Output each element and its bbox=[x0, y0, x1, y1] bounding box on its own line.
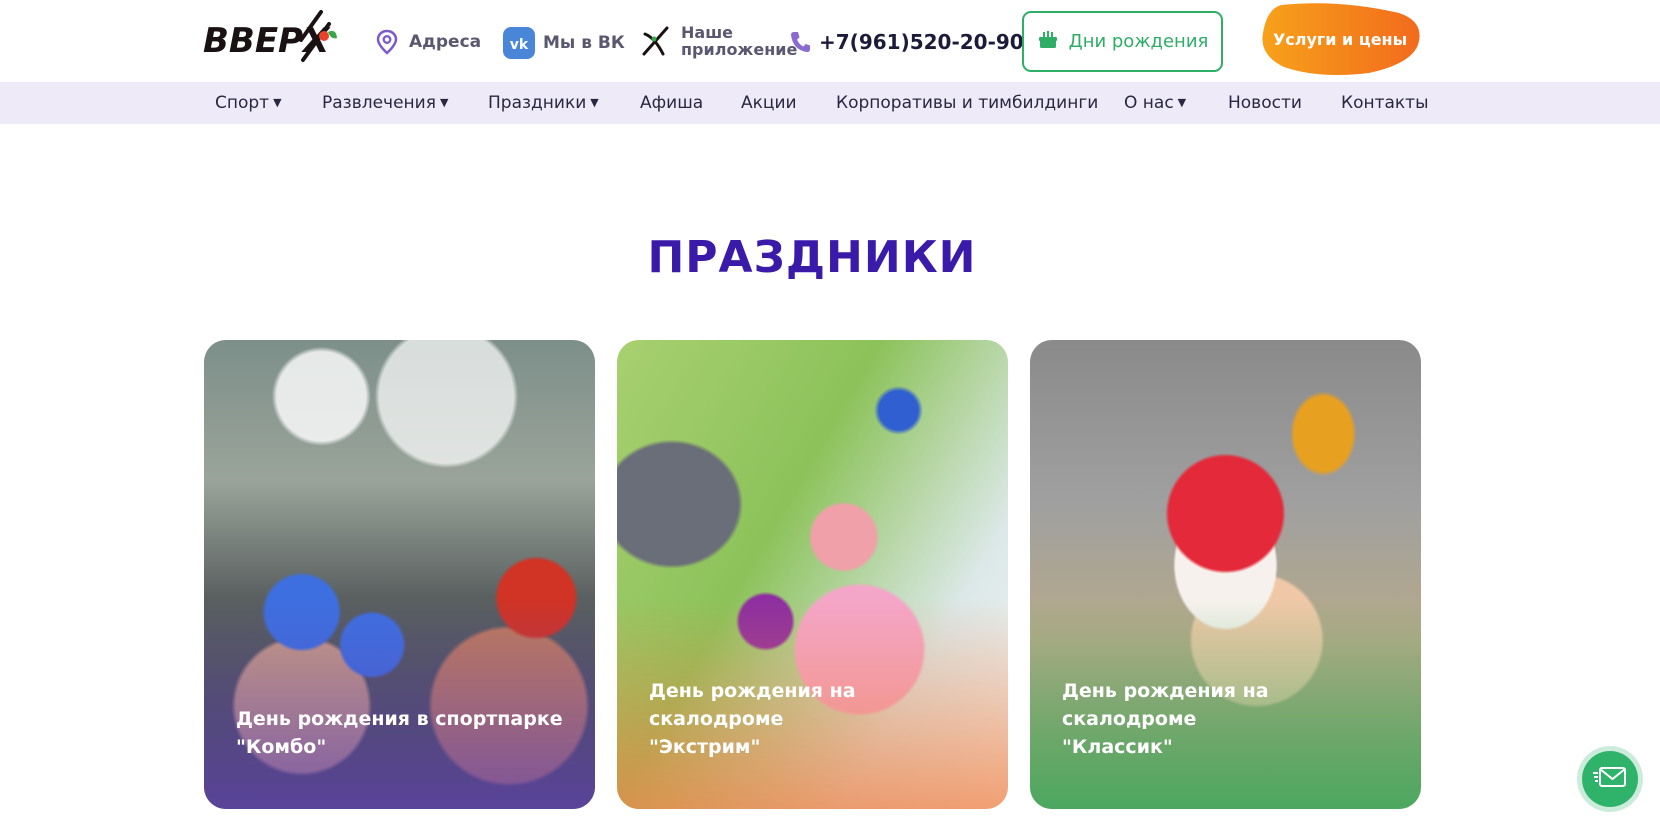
brand-logo-mark: ВВЕРХ bbox=[203, 10, 337, 62]
card-caption-line1: День рождения на скалодроме bbox=[1062, 680, 1269, 730]
nav-item-label: Праздники bbox=[488, 93, 587, 113]
card-caption-line1: День рождения в спортпарке bbox=[236, 708, 563, 730]
nav-item-label: О нас bbox=[1124, 93, 1174, 113]
chevron-down-icon: ▼ bbox=[1177, 95, 1187, 109]
cake-icon bbox=[1037, 28, 1059, 55]
map-pin-icon bbox=[373, 28, 401, 56]
card-caption: День рождения на скалодроме "Классик" bbox=[1062, 677, 1392, 761]
holiday-card-extreme[interactable]: День рождения на скалодроме "Экстрим" bbox=[617, 340, 1008, 809]
nav-item-holidays[interactable]: Праздники ▼ bbox=[488, 82, 599, 124]
nav-item-label: Афиша bbox=[640, 93, 704, 113]
nav-item-label: Развлечения bbox=[322, 93, 436, 113]
chevron-down-icon: ▼ bbox=[590, 95, 599, 109]
contact-float-button[interactable] bbox=[1582, 751, 1638, 807]
addresses-label: Адреса bbox=[409, 32, 482, 52]
vk-label: Мы в ВК bbox=[543, 33, 625, 53]
services-prices-button[interactable]: Услуги и цены bbox=[1259, 3, 1421, 75]
nav-item-entertainment[interactable]: Развлечения ▼ bbox=[322, 82, 448, 124]
nav-item-label: Контакты bbox=[1341, 93, 1429, 113]
app-link[interactable]: Наше приложение bbox=[641, 24, 797, 58]
card-caption: День рождения в спортпарке "Комбо" bbox=[236, 705, 566, 761]
nav-item-label: Новости bbox=[1228, 93, 1302, 113]
card-caption-line2: "Классик" bbox=[1062, 736, 1173, 758]
brand-logo[interactable]: ВВЕРХ bbox=[203, 10, 338, 66]
nav-item-promotions[interactable]: Акции bbox=[741, 82, 797, 124]
main-nav: Спорт ▼ Развлечения ▼ Праздники ▼ Афиша Акц… bbox=[0, 82, 1660, 124]
nav-item-sport[interactable]: Спорт ▼ bbox=[215, 82, 282, 124]
services-label: Услуги и цены bbox=[1272, 29, 1408, 49]
nav-item-label: Акции bbox=[741, 93, 797, 113]
app-label: Наше приложение bbox=[681, 24, 797, 58]
app-label-line2: приложение bbox=[681, 40, 798, 59]
nav-item-news[interactable]: Новости bbox=[1228, 82, 1302, 124]
holiday-card-classic[interactable]: День рождения на скалодроме "Классик" bbox=[1030, 340, 1421, 809]
app-logo-icon bbox=[641, 24, 673, 58]
holiday-card-combo[interactable]: День рождения в спортпарке "Комбо" bbox=[204, 340, 595, 809]
page-title: ПРАЗДНИКИ bbox=[647, 232, 977, 283]
card-caption-line1: День рождения на скалодроме bbox=[649, 680, 856, 730]
card-caption-line2: "Экстрим" bbox=[649, 736, 761, 758]
card-caption: День рождения на скалодроме "Экстрим" bbox=[649, 677, 979, 761]
chevron-down-icon: ▼ bbox=[273, 95, 282, 109]
card-caption-line2: "Комбо" bbox=[236, 736, 327, 758]
nav-item-afisha[interactable]: Афиша bbox=[640, 82, 703, 124]
nav-item-label: Спорт bbox=[215, 93, 270, 113]
vk-logo-icon: vk bbox=[503, 27, 535, 59]
addresses-link[interactable]: Адреса bbox=[373, 28, 481, 56]
svg-text:vk: vk bbox=[510, 37, 529, 53]
nav-item-corporate[interactable]: Корпоративы и тимбилдинги bbox=[836, 82, 1098, 124]
birthdays-button[interactable]: Дни рождения bbox=[1022, 11, 1223, 72]
nav-item-contacts[interactable]: Контакты bbox=[1341, 82, 1429, 124]
chevron-down-icon: ▼ bbox=[439, 95, 449, 109]
site-header: ВВЕРХ Адреса vk Мы в ВК Наше приложение bbox=[0, 0, 1660, 82]
mail-icon bbox=[1593, 764, 1627, 794]
birthdays-label: Дни рождения bbox=[1068, 31, 1209, 52]
phone-icon bbox=[789, 30, 811, 54]
phone-link[interactable]: +7(961)520-20-90 bbox=[789, 30, 1024, 54]
nav-item-label: Корпоративы и тимбилдинги bbox=[836, 93, 1099, 113]
phone-number: +7(961)520-20-90 bbox=[819, 30, 1024, 54]
vk-link[interactable]: vk Мы в ВК bbox=[503, 27, 625, 59]
nav-item-about[interactable]: О нас ▼ bbox=[1124, 82, 1186, 124]
